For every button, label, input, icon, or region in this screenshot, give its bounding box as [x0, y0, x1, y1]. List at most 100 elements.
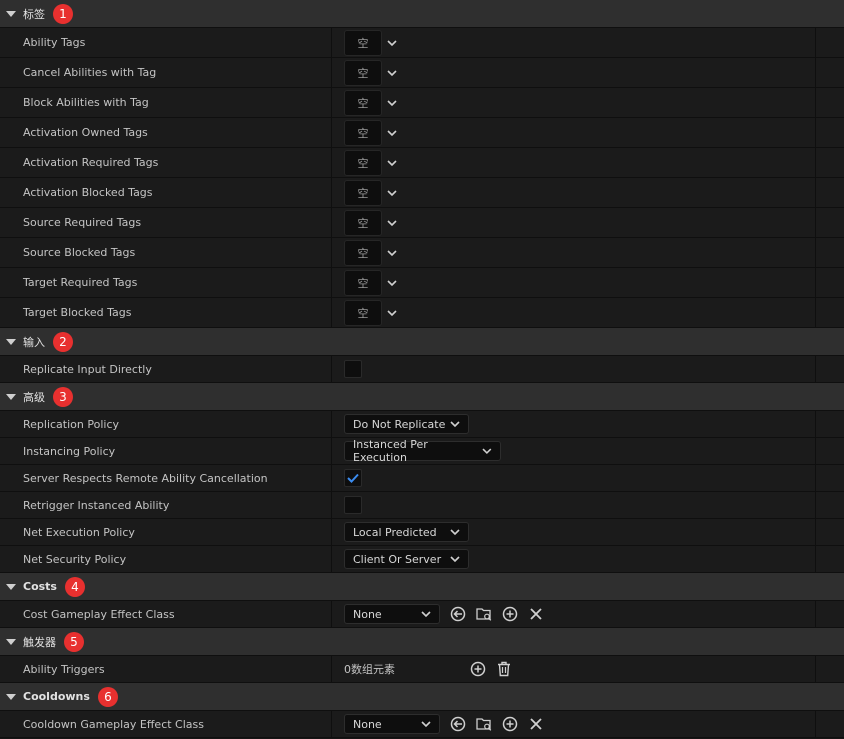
add-icon[interactable] — [502, 716, 518, 732]
section-header-triggers[interactable]: 触发器 5 — [0, 628, 844, 656]
tag-container-box[interactable]: 空 — [344, 239, 382, 266]
dropdown-value: None — [353, 717, 382, 731]
chevron-down-icon — [421, 721, 431, 728]
section-header-costs[interactable]: Costs 4 — [0, 573, 844, 601]
property-label: Ability Triggers — [0, 656, 332, 682]
server-cancel-checkbox[interactable] — [344, 469, 362, 487]
property-label: Target Blocked Tags — [0, 298, 332, 327]
property-row-tag: Source Blocked Tags 空 — [0, 238, 844, 268]
chevron-down-icon[interactable] — [387, 308, 397, 318]
replication-policy-dropdown[interactable]: Do Not Replicate — [344, 414, 469, 434]
add-icon[interactable] — [502, 606, 518, 622]
chevron-down-icon[interactable] — [387, 218, 397, 228]
section-header-advanced[interactable]: 高级 3 — [0, 383, 844, 411]
tag-container-box[interactable]: 空 — [344, 89, 382, 116]
property-row-tag: Cancel Abilities with Tag 空 — [0, 58, 844, 88]
collapse-triangle-icon[interactable] — [6, 583, 16, 590]
property-label: Cancel Abilities with Tag — [0, 58, 332, 87]
property-row-net-security: Net Security Policy Client Or Server — [0, 546, 844, 573]
collapse-triangle-icon[interactable] — [6, 638, 16, 645]
property-label: Activation Blocked Tags — [0, 178, 332, 207]
section-header-cooldowns[interactable]: Cooldowns 6 — [0, 683, 844, 711]
property-label: Server Respects Remote Ability Cancellat… — [0, 465, 332, 491]
retrigger-checkbox[interactable] — [344, 496, 362, 514]
chevron-down-icon[interactable] — [387, 248, 397, 258]
tag-container-box[interactable]: 空 — [344, 269, 382, 296]
tag-container-box[interactable]: 空 — [344, 119, 382, 146]
tag-container-box[interactable]: 空 — [344, 29, 382, 56]
property-row-cooldown-effect: Cooldown Gameplay Effect Class None — [0, 711, 844, 738]
array-count: 0数组元素 — [344, 663, 395, 676]
property-row-server-cancel: Server Respects Remote Ability Cancellat… — [0, 465, 844, 492]
property-label: Activation Required Tags — [0, 148, 332, 177]
collapse-triangle-icon[interactable] — [6, 10, 16, 17]
clear-icon[interactable] — [528, 606, 544, 622]
property-row-ability-triggers: Ability Triggers 0数组元素 — [0, 656, 844, 683]
property-row-tag: Source Required Tags 空 — [0, 208, 844, 238]
chevron-down-icon[interactable] — [387, 278, 397, 288]
chevron-down-icon[interactable] — [387, 158, 397, 168]
annotation-badge: 5 — [64, 631, 84, 652]
property-row-retrigger: Retrigger Instanced Ability — [0, 492, 844, 519]
property-row-tag: Target Required Tags 空 — [0, 268, 844, 298]
property-row-tag: Activation Blocked Tags 空 — [0, 178, 844, 208]
dropdown-value: Do Not Replicate — [353, 417, 446, 431]
property-label: Replicate Input Directly — [0, 356, 332, 382]
property-label: Net Security Policy — [0, 546, 332, 572]
replicate-input-checkbox[interactable] — [344, 360, 362, 378]
tag-container-box[interactable]: 空 — [344, 149, 382, 176]
chevron-down-icon[interactable] — [387, 98, 397, 108]
property-label: Block Abilities with Tag — [0, 88, 332, 117]
property-label: Cost Gameplay Effect Class — [0, 601, 332, 627]
section-title: Costs — [23, 580, 57, 593]
tag-container-box[interactable]: 空 — [344, 59, 382, 86]
browse-back-icon[interactable] — [450, 716, 466, 732]
tag-container-box[interactable]: 空 — [344, 209, 382, 236]
cooldown-effect-class-dropdown[interactable]: None — [344, 714, 440, 734]
cost-effect-class-dropdown[interactable]: None — [344, 604, 440, 624]
property-label: Source Blocked Tags — [0, 238, 332, 267]
property-row-cost-effect: Cost Gameplay Effect Class None — [0, 601, 844, 628]
chevron-down-icon[interactable] — [387, 188, 397, 198]
property-label: Replication Policy — [0, 411, 332, 437]
clear-icon[interactable] — [528, 716, 544, 732]
tag-container-box[interactable]: 空 — [344, 179, 382, 206]
chevron-down-icon — [482, 448, 492, 455]
section-header-tags[interactable]: 标签 1 — [0, 0, 844, 28]
add-icon[interactable] — [470, 661, 486, 677]
dropdown-value: Client Or Server — [353, 552, 442, 566]
net-execution-dropdown[interactable]: Local Predicted — [344, 522, 469, 542]
dropdown-value: None — [353, 607, 382, 621]
tag-container-box[interactable]: 空 — [344, 299, 382, 326]
collapse-triangle-icon[interactable] — [6, 338, 16, 345]
property-row-replicate-input: Replicate Input Directly — [0, 356, 844, 383]
chevron-down-icon[interactable] — [387, 38, 397, 48]
property-row-tag: Ability Tags 空 — [0, 28, 844, 58]
annotation-badge: 4 — [64, 576, 85, 597]
property-label: Retrigger Instanced Ability — [0, 492, 332, 518]
property-label: Source Required Tags — [0, 208, 332, 237]
collapse-triangle-icon[interactable] — [6, 693, 16, 700]
property-row-tag: Activation Owned Tags 空 — [0, 118, 844, 148]
browse-back-icon[interactable] — [450, 606, 466, 622]
dropdown-value: Local Predicted — [353, 525, 437, 539]
property-label: Instancing Policy — [0, 438, 332, 464]
section-title: 输入 — [23, 335, 45, 349]
checkmark-icon — [347, 473, 359, 483]
browse-folder-icon[interactable] — [476, 606, 492, 622]
property-label: Activation Owned Tags — [0, 118, 332, 147]
delete-icon[interactable] — [496, 661, 512, 677]
instancing-policy-dropdown[interactable]: Instanced Per Execution — [344, 438, 501, 464]
browse-folder-icon[interactable] — [476, 716, 492, 732]
annotation-badge: 3 — [53, 386, 73, 407]
details-panel: 标签 1 Ability Tags 空 Cancel Abilities with … — [0, 0, 844, 739]
net-security-dropdown[interactable]: Client Or Server — [344, 549, 469, 569]
annotation-badge: 6 — [97, 686, 118, 707]
property-row-instancing-policy: Instancing Policy Instanced Per Executio… — [0, 438, 844, 465]
collapse-triangle-icon[interactable] — [6, 393, 16, 400]
property-row-net-execution: Net Execution Policy Local Predicted — [0, 519, 844, 546]
chevron-down-icon[interactable] — [387, 68, 397, 78]
chevron-down-icon[interactable] — [387, 128, 397, 138]
section-header-input[interactable]: 输入 2 — [0, 328, 844, 356]
chevron-down-icon — [421, 611, 431, 618]
